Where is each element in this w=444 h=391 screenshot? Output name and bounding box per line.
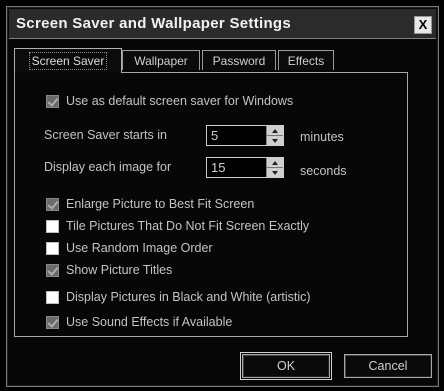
close-button[interactable]: X bbox=[414, 16, 432, 34]
option-titles-checkbox[interactable] bbox=[46, 263, 59, 277]
display-each-spinner[interactable]: 15 bbox=[206, 157, 284, 178]
option-random-checkbox[interactable] bbox=[46, 241, 59, 255]
title-bar[interactable]: Screen Saver and Wallpaper Settings X bbox=[9, 9, 436, 39]
tab-screen-saver[interactable]: Screen Saver bbox=[14, 48, 122, 73]
option-sound-label: Use Sound Effects if Available bbox=[66, 315, 233, 329]
starts-in-down-arrow-icon[interactable] bbox=[267, 136, 283, 145]
starts-in-spinner[interactable]: 5 bbox=[206, 125, 284, 146]
option-sound-checkbox[interactable] bbox=[46, 315, 59, 329]
option-enlarge-row[interactable]: Enlarge Picture to Best Fit Screen bbox=[46, 197, 254, 211]
tab-password-label: Password bbox=[212, 53, 266, 68]
starts-in-label: Screen Saver starts in bbox=[44, 128, 167, 142]
tab-wallpaper-label: Wallpaper bbox=[134, 53, 188, 68]
starts-in-unit: minutes bbox=[300, 130, 344, 144]
option-enlarge-label: Enlarge Picture to Best Fit Screen bbox=[66, 197, 255, 211]
starts-in-spin-buttons bbox=[266, 126, 283, 145]
display-each-spin-buttons bbox=[266, 158, 283, 177]
option-bw-checkbox[interactable] bbox=[46, 290, 59, 304]
display-each-down-arrow-icon[interactable] bbox=[267, 168, 283, 177]
option-bw-row[interactable]: Display Pictures in Black and White (art… bbox=[46, 290, 311, 304]
option-enlarge-checkbox[interactable] bbox=[46, 197, 59, 211]
option-tile-label: Tile Pictures That Do Not Fit Screen Exa… bbox=[66, 219, 310, 233]
use-default-checkbox[interactable] bbox=[46, 94, 59, 108]
option-tile-checkbox[interactable] bbox=[46, 219, 59, 233]
option-random-row[interactable]: Use Random Image Order bbox=[46, 241, 213, 255]
display-each-label: Display each image for bbox=[44, 160, 172, 174]
use-default-row[interactable]: Use as default screen saver for Windows bbox=[46, 94, 293, 108]
starts-in-value[interactable]: 5 bbox=[211, 128, 218, 143]
cancel-button[interactable]: Cancel bbox=[344, 354, 432, 378]
use-default-label: Use as default screen saver for Windows bbox=[66, 94, 294, 108]
display-each-value[interactable]: 15 bbox=[211, 160, 225, 175]
display-each-up-arrow-icon[interactable] bbox=[267, 158, 283, 168]
option-random-label: Use Random Image Order bbox=[66, 241, 213, 255]
option-titles-row[interactable]: Show Picture Titles bbox=[46, 263, 172, 277]
tab-screen-saver-label: Screen Saver bbox=[28, 52, 108, 70]
option-titles-label: Show Picture Titles bbox=[66, 263, 173, 277]
tab-effects[interactable]: Effects bbox=[278, 50, 334, 70]
option-tile-row[interactable]: Tile Pictures That Do Not Fit Screen Exa… bbox=[46, 219, 309, 233]
tab-effects-label: Effects bbox=[287, 53, 325, 68]
option-sound-row[interactable]: Use Sound Effects if Available bbox=[46, 315, 232, 329]
option-bw-label: Display Pictures in Black and White (art… bbox=[66, 290, 311, 304]
display-each-unit: seconds bbox=[300, 164, 347, 178]
tab-wallpaper[interactable]: Wallpaper bbox=[122, 50, 200, 70]
dialog-title: Screen Saver and Wallpaper Settings bbox=[16, 15, 292, 32]
ok-button[interactable]: OK bbox=[240, 352, 332, 380]
starts-in-up-arrow-icon[interactable] bbox=[267, 126, 283, 136]
tab-password[interactable]: Password bbox=[202, 50, 276, 70]
